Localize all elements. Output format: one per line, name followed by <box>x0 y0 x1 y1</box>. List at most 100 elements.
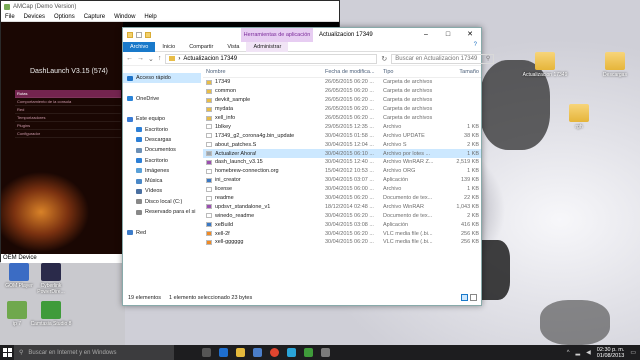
file-name-text: readme <box>215 195 234 202</box>
new-folder-icon[interactable] <box>145 32 151 38</box>
amcap-icon[interactable] <box>321 348 330 357</box>
nav-item[interactable]: Imágenes <box>123 166 201 176</box>
nav-item <box>123 104 201 114</box>
table-row[interactable]: Actualizer Ahora! 30/04/2015 06:10 ... Arc… <box>203 149 481 159</box>
desktop-icon-descargas[interactable]: Descargas <box>592 52 638 78</box>
dash-menu-item: Red <box>15 106 121 114</box>
file-name: dash_launch_v3.15 <box>203 159 325 165</box>
edge-icon[interactable] <box>219 348 228 357</box>
nav-item[interactable]: Escritorio <box>123 124 201 134</box>
file-explorer-window[interactable]: Herramientas de aplicación Actualizacion… <box>122 27 495 306</box>
menu-devices[interactable]: Devices <box>24 14 45 20</box>
maximize-icon[interactable]: □ <box>437 28 459 42</box>
back-arrow-icon[interactable]: ← <box>126 55 133 62</box>
address-bar[interactable]: › Actualizacion 17349 <box>165 53 378 64</box>
forward-arrow-icon[interactable]: → <box>137 55 144 62</box>
up-arrow-icon[interactable]: ↑ <box>158 55 162 62</box>
clock[interactable]: 02:30 p. m. 01/08/2013 <box>597 347 625 359</box>
tray-expand-icon[interactable]: ^ <box>567 350 570 356</box>
nav-item[interactable]: OneDrive <box>123 94 201 104</box>
task-view-icon[interactable] <box>202 348 211 357</box>
help-icon[interactable]: ? <box>474 42 477 48</box>
table-row[interactable]: ini_creator 30/04/2015 03:07 ... Aplicació… <box>203 176 481 185</box>
notifications-icon[interactable]: ▭ <box>630 349 636 356</box>
tab-inicio[interactable]: Inicio <box>155 42 182 52</box>
search-input[interactable]: Buscar en Actualizacion 17349 ⚲ <box>391 53 495 64</box>
table-row[interactable]: xell-2f 30/04/2015 06:20 ... VLC media fil… <box>203 229 481 238</box>
table-row[interactable]: license 30/04/2015 06:00 ... Archivo 1 KB <box>203 185 481 194</box>
desktop-icon-label: Actualizacion 17349 <box>522 72 568 78</box>
app-icon[interactable] <box>287 348 296 357</box>
nav-item[interactable]: Escritorio <box>123 155 201 165</box>
desktop-icon-cyberlink[interactable]: Cyberlink PowerDire... <box>28 263 74 295</box>
taskbar-search[interactable]: ⚲ Buscar en Internet y en Windows <box>14 345 174 360</box>
video-preview: DashLaunch V3.15 (574) Rutas Comportamie… <box>1 22 123 254</box>
column-header-date[interactable]: Fecha de modifica... <box>325 69 383 75</box>
chrome-icon[interactable] <box>270 348 279 357</box>
nav-item[interactable]: Descargas <box>123 135 201 145</box>
menu-capture[interactable]: Capture <box>84 14 105 20</box>
column-header-name[interactable]: Nombre <box>203 69 325 75</box>
tab-administrar[interactable]: Administrar <box>246 41 289 52</box>
recent-dropdown-icon[interactable]: ⌄ <box>148 55 154 63</box>
desktop-icon-actualizacion[interactable]: Actualizacion 17349 <box>522 52 568 78</box>
nav-item[interactable]: Vídeos <box>123 186 201 196</box>
nav-item-icon <box>136 147 142 153</box>
table-row[interactable]: mydata 26/05/2015 06:20 ... Carpeta de arc… <box>203 105 481 114</box>
dash-menu-item: Plugins <box>15 122 121 130</box>
nav-item[interactable]: Música <box>123 176 201 186</box>
desktop-icon-camtasia[interactable]: Camtasia Studio 8 <box>28 301 74 327</box>
table-row[interactable]: winedo_readme 30/04/2015 06:20 ... Documen… <box>203 211 481 220</box>
refresh-icon[interactable]: ↻ <box>381 55 387 63</box>
nav-item[interactable]: Acceso rápido <box>123 73 201 84</box>
menu-window[interactable]: Window <box>114 14 135 20</box>
nav-item-label: Vídeos <box>145 188 163 195</box>
camtasia-icon[interactable] <box>304 348 313 357</box>
table-row[interactable]: common 26/05/2015 06:20 ... Carpeta de arc… <box>203 87 481 96</box>
start-button[interactable] <box>0 345 14 360</box>
desktop-icon-rgh[interactable]: rgh <box>556 104 602 130</box>
network-icon[interactable]: ▂ <box>576 349 581 356</box>
table-row[interactable]: xell_info 26/05/2015 06:20 ... Carpeta de … <box>203 114 481 123</box>
cyberlink-icon <box>41 263 61 281</box>
tab-archivo[interactable]: Archivo <box>123 41 156 52</box>
nav-item[interactable]: Disco local (C:) <box>123 197 201 207</box>
column-header-size[interactable]: Tamaño <box>441 69 479 75</box>
nav-item[interactable]: Red <box>123 227 201 237</box>
table-row[interactable]: readme 30/04/2015 06:20 ... Documento de t… <box>203 194 481 203</box>
nav-item-label: Disco local (C:) <box>145 198 183 205</box>
store-icon[interactable] <box>253 348 262 357</box>
amcap-titlebar[interactable]: AMCap (Demo Version) <box>1 1 339 12</box>
table-row[interactable]: xeBuild 30/04/2015 03:08 ... Aplicación 416… <box>203 220 481 229</box>
table-row[interactable]: homebrew-connection.org 15/04/2012 10:53 … <box>203 167 481 176</box>
menu-help[interactable]: Help <box>144 14 156 20</box>
minimize-icon[interactable]: – <box>415 28 437 42</box>
table-row[interactable]: about_patches.S 30/04/2015 12:04 ... Archi… <box>203 140 481 149</box>
table-row[interactable]: 1blkey 29/05/2015 12:35 ... Archivo 1 KB <box>203 122 481 131</box>
close-icon[interactable]: ✕ <box>459 28 481 42</box>
column-header-type[interactable]: Tipo <box>383 69 441 75</box>
table-row[interactable]: devkit_sample 26/05/2015 06:20 ... Carpeta… <box>203 96 481 105</box>
file-explorer-icon[interactable] <box>236 348 245 357</box>
nav-item[interactable]: Reservado para el si <box>123 207 201 217</box>
nav-item <box>123 217 201 227</box>
table-row[interactable]: xell-gggggg 30/04/2015 06:20 ... VLC media… <box>203 238 481 247</box>
menu-file[interactable]: File <box>5 14 15 20</box>
menu-options[interactable]: Options <box>54 14 75 20</box>
file-date: 30/04/2015 06:20 ... <box>325 230 374 237</box>
explorer-titlebar[interactable]: Herramientas de aplicación Actualizacion… <box>123 28 481 42</box>
table-row[interactable]: dash_launch_v3.15 30/04/2015 12:40 ... Arc… <box>203 158 481 167</box>
file-name: ini_creator <box>203 177 325 183</box>
nav-item[interactable]: Documentos <box>123 145 201 155</box>
file-size: 1 KB <box>467 123 479 130</box>
nav-item[interactable]: Este equipo <box>123 114 201 124</box>
details-view-icon[interactable] <box>461 294 468 301</box>
checkmark-icon[interactable] <box>136 32 142 38</box>
table-row[interactable]: updsvr_standalone_v1 18/12/2014 02:48 ...… <box>203 202 481 211</box>
tab-compartir[interactable]: Compartir <box>182 42 220 52</box>
table-row[interactable]: 17349 26/05/2015 06:20 ... Carpeta de arch… <box>203 78 481 87</box>
volume-icon[interactable]: ◀ <box>586 349 591 356</box>
table-row[interactable]: 17349_g2_corona4g.bin_update 30/04/2015 0… <box>203 131 481 140</box>
tab-vista[interactable]: Vista <box>220 42 246 52</box>
large-icons-view-icon[interactable] <box>470 294 477 301</box>
